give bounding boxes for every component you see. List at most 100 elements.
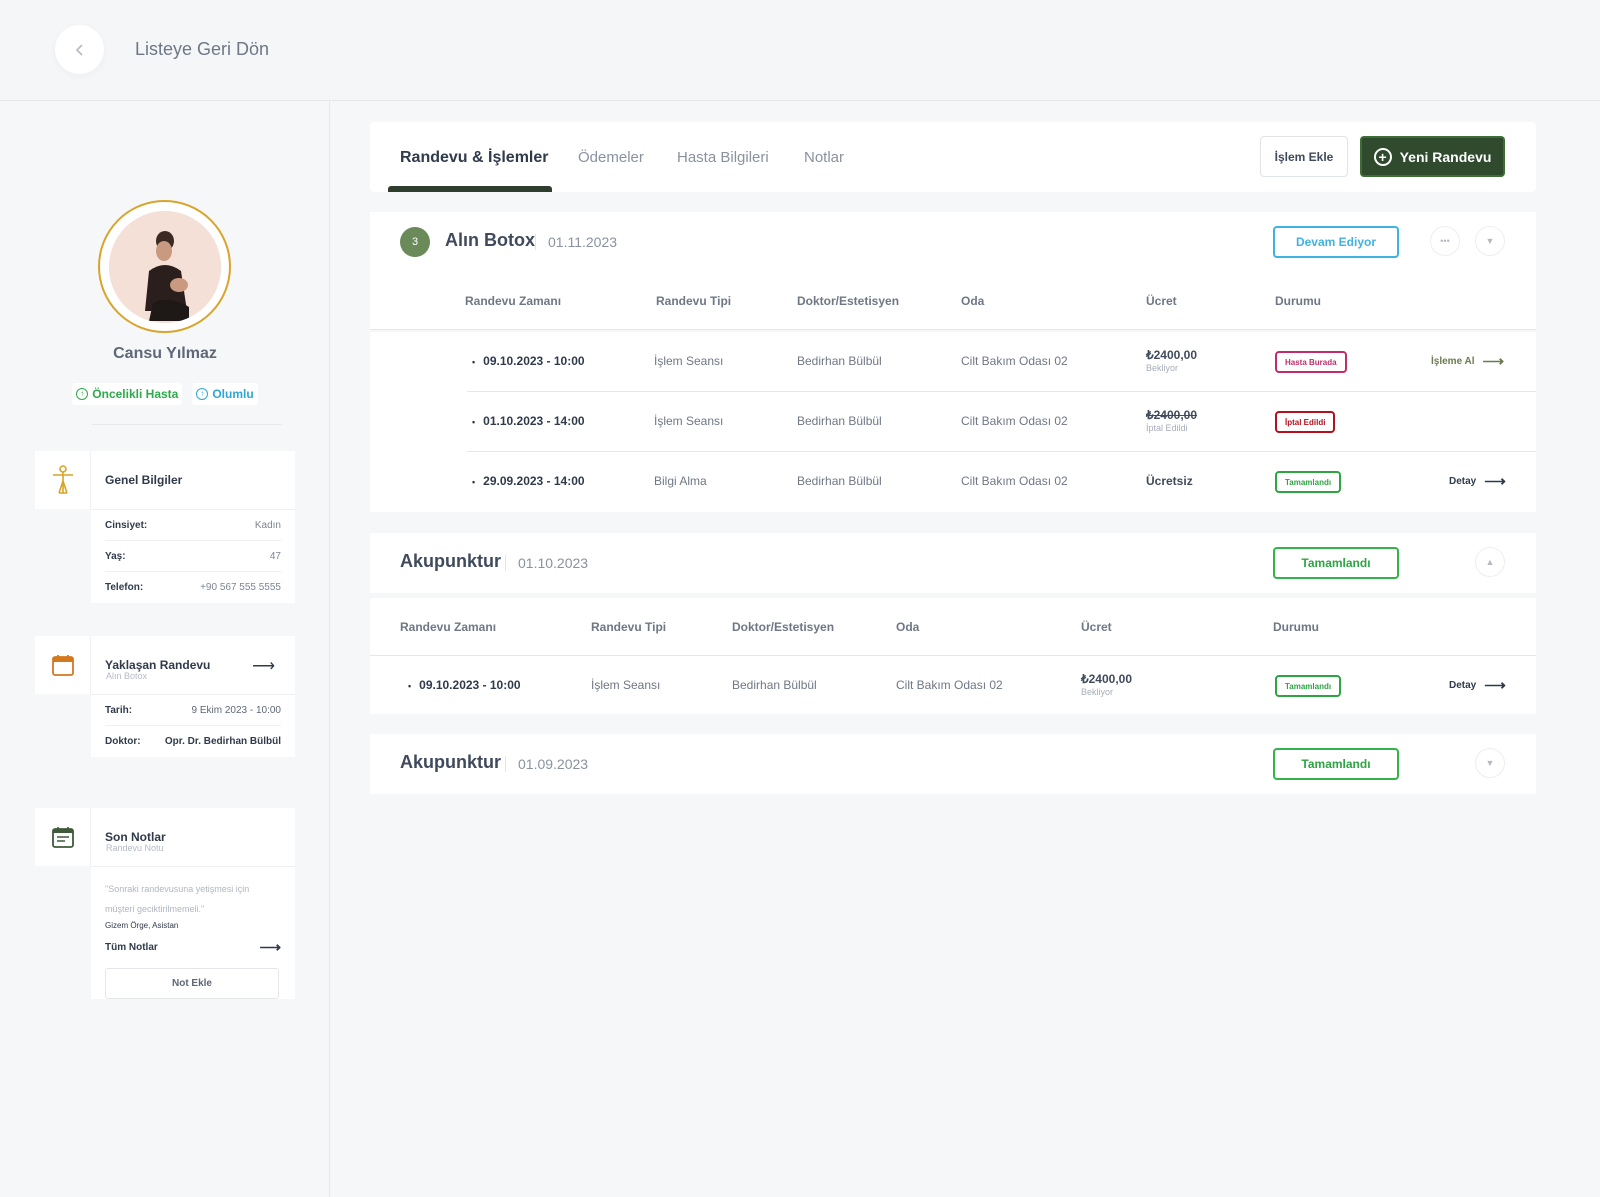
doctor-name: Bedirhan Bülbül (797, 474, 882, 488)
session-count-badge: 3 (400, 227, 430, 257)
chevron-down-icon[interactable]: ▼ (1475, 226, 1505, 256)
column-header: Doktor/Estetisyen (732, 620, 835, 634)
info-value: Opr. Dr. Bedirhan Bülbül (164, 736, 281, 747)
patient-tags: ↑ Öncelikli Hasta ↑ Olumlu (0, 383, 330, 405)
card-body: Tarih: 9 Ekim 2023 - 10:00 Doktor: Opr. Dr… (91, 694, 295, 757)
info-key: Cinsiyet: (105, 519, 148, 531)
column-header: Randevu Tipi (656, 294, 732, 308)
status-badge: İptal Edildi (1275, 411, 1336, 433)
tab-appointments[interactable]: Randevu & İşlemler (400, 149, 549, 167)
appointment-type: Bilgi Alma (654, 474, 707, 488)
treatment-group-header[interactable]: Akupunktur 01.09.2023 Tamamlandı ▼ (370, 734, 1536, 794)
status-button[interactable]: Devam Ediyor (1273, 226, 1399, 258)
room-name: Cilt Bakım Odası 02 (961, 354, 1068, 368)
treatment-title: Akupunktur (400, 551, 501, 571)
process-action[interactable]: İşleme Al ⟶ (1431, 354, 1504, 369)
info-row-doctor: Doktor: Opr. Dr. Bedirhan Bülbül (105, 726, 281, 757)
column-header: Ücret (1081, 620, 1112, 634)
tag-label: Öncelikli Hasta (92, 387, 179, 401)
card-header: Genel Bilgiler (35, 451, 295, 509)
action-label: İşleme Al (1431, 356, 1475, 367)
priority-tag: ↑ Öncelikli Hasta (72, 383, 183, 405)
column-header: Randevu Zamanı (400, 620, 497, 634)
tag-label: Olumlu (212, 387, 254, 401)
column-header: Doktor/Estetisyen (797, 294, 900, 308)
info-key: Telefon: (105, 582, 144, 593)
appointment-type: İşlem Seansı (654, 414, 724, 428)
appointment-type: İşlem Seansı (654, 354, 724, 368)
arrow-right-icon[interactable]: ⟶ (252, 656, 275, 676)
fee-amount: Ücretsiz (1146, 474, 1193, 488)
column-header: Oda (961, 294, 985, 308)
treatment-date: 01.09.2023 (505, 756, 588, 772)
treatment-date: 01.11.2023 (535, 234, 617, 250)
add-note-button[interactable]: Not Ekle (105, 968, 279, 999)
card-subtitle: Alın Botox (106, 671, 148, 681)
arrow-up-circle-icon: ↑ (76, 388, 89, 400)
fee-note: Bekliyor (1081, 687, 1114, 697)
appointment-type: İşlem Seansı (591, 678, 661, 692)
column-header: Ücret (1146, 294, 1177, 308)
plus-circle-icon: + (1373, 147, 1392, 166)
status-button[interactable]: Tamamlandı (1273, 748, 1399, 780)
all-notes-link[interactable]: Tüm Notlar ⟶ (105, 938, 281, 956)
table-row: 09.10.2023 - 10:00 İşlem Seansı Bedirhan… (370, 656, 1536, 714)
note-author: Gizem Örge, Asistan (105, 921, 179, 930)
new-appointment-button[interactable]: + Yeni Randevu (1360, 136, 1505, 177)
tab-payments[interactable]: Ödemeler (578, 149, 644, 166)
top-bar: Listeye Geri Dön (0, 0, 1600, 101)
treatment-title: Akupunktur (400, 752, 501, 772)
status-button[interactable]: Tamamlandı (1273, 547, 1399, 579)
add-action-button[interactable]: İşlem Ekle (1260, 136, 1348, 177)
appointment-time: 09.10.2023 - 10:00 (472, 354, 584, 368)
chevron-up-icon[interactable]: ▲ (1475, 547, 1505, 577)
table-header: Randevu Zamanı Randevu Tipi Doktor/Estet… (370, 272, 1536, 330)
fee: Ücretsiz (1146, 474, 1193, 488)
info-row-gender: Cinsiyet: Kadın (105, 510, 281, 541)
patient-name: Cansu Yılmaz (113, 345, 217, 362)
back-button[interactable] (55, 25, 104, 74)
info-key: Yaş: (105, 550, 126, 562)
tab-notes[interactable]: Notlar (804, 149, 844, 166)
treatment-group-header[interactable]: 3 Alın Botox 01.11.2023 Devam Ediyor •••… (370, 212, 1536, 272)
back-label[interactable]: Listeye Geri Dön (135, 39, 269, 60)
doctor-name: Bedirhan Bülbül (732, 678, 817, 692)
info-row-age: Yaş: 47 (105, 541, 281, 572)
doctor-name: Bedirhan Bülbül (797, 414, 882, 428)
info-value: 47 (269, 550, 281, 562)
status-badge: Hasta Burada (1275, 351, 1347, 373)
status-badge: Tamamlandı (1275, 471, 1342, 493)
appointment-time: 29.09.2023 - 14:00 (472, 474, 584, 488)
doctor-name: Bedirhan Bülbül (797, 354, 882, 368)
arrow-right-icon: ⟶ (259, 938, 281, 956)
card-header[interactable]: Yaklaşan Randevu Alın Botox ⟶ (35, 636, 295, 694)
fee-note: Bekliyor (1146, 363, 1179, 373)
room-name: Cilt Bakım Odası 02 (961, 414, 1068, 428)
table-row: 01.10.2023 - 14:00 İşlem Seansı Bedirhan… (370, 392, 1536, 452)
more-icon[interactable]: ••• (1430, 226, 1460, 256)
treatment-group-header[interactable]: Akupunktur 01.10.2023 Tamamlandı ▲ (370, 533, 1536, 593)
detail-action[interactable]: Detay ⟶ (1449, 474, 1506, 489)
info-row-phone: Telefon: +90 567 555 5555 (105, 572, 281, 603)
appointment-time: 09.10.2023 - 10:00 (408, 678, 520, 692)
card-title: Genel Bilgiler (105, 473, 183, 487)
fee-amount: ₺2400,00 (1146, 408, 1198, 422)
detail-action[interactable]: Detay ⟶ (1449, 678, 1506, 693)
room-name: Cilt Bakım Odası 02 (961, 474, 1068, 488)
recent-notes-card: Son Notlar Randevu Notu "Sonraki randevu… (35, 808, 295, 1011)
column-header: Oda (896, 620, 920, 634)
table-row: 09.10.2023 - 10:00 İşlem Seansı Bedirhan… (370, 332, 1536, 392)
action-label: Detay (1449, 476, 1477, 487)
card-header: Son Notlar Randevu Notu (35, 808, 295, 866)
status-badge: Tamamlandı (1275, 675, 1342, 697)
info-row-date: Tarih: 9 Ekim 2023 - 10:00 (105, 695, 281, 726)
chevron-down-icon[interactable]: ▼ (1475, 748, 1505, 778)
tab-patient-info[interactable]: Hasta Bilgileri (677, 149, 769, 166)
person-icon (35, 451, 91, 509)
avatar-ring (98, 200, 231, 333)
column-header: Durumu (1275, 294, 1321, 308)
chevron-left-icon (75, 43, 83, 56)
treatment-date: 01.10.2023 (505, 555, 588, 571)
patient-sidebar: Cansu Yılmaz ↑ Öncelikli Hasta ↑ Olumlu … (0, 101, 330, 1197)
upcoming-appointment-card: Yaklaşan Randevu Alın Botox ⟶ Tarih: 9 Ek… (35, 636, 295, 757)
